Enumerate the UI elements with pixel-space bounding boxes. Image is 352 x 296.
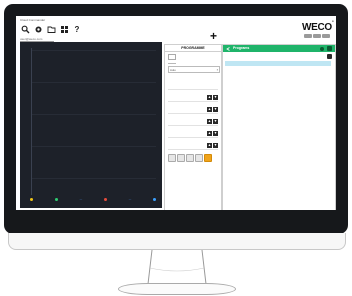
- arrow-down-icon[interactable]: ▼: [213, 95, 218, 100]
- arrow-up-icon[interactable]: ▲: [207, 131, 212, 136]
- add-program-button[interactable]: [327, 54, 332, 59]
- legend-marker-blue[interactable]: [152, 198, 156, 201]
- gear-icon[interactable]: [33, 25, 43, 35]
- header-button-2[interactable]: [313, 34, 321, 38]
- legend-item[interactable]: —: [80, 198, 83, 201]
- programme-row: ▲ ▼: [168, 107, 218, 114]
- logo-dot: ●: [332, 19, 334, 23]
- monitor-base: [118, 283, 236, 295]
- monitor-chin: [8, 233, 346, 250]
- run-button[interactable]: [204, 154, 212, 162]
- arrow-down-icon[interactable]: ▼: [213, 119, 218, 124]
- legend-marker-green[interactable]: [54, 198, 58, 201]
- window-title: Cloud Commander: [20, 18, 46, 22]
- grid-line: [32, 50, 156, 51]
- arrow-up-icon[interactable]: ▲: [207, 143, 212, 148]
- programme-panel: PROGRAMME Auto › ▲ ▼ ▲ ▼ ▲ ▼ ▲ ▼ ▲ ▼: [164, 44, 222, 210]
- arrow-down-icon[interactable]: ▼: [213, 131, 218, 136]
- programme-row: ▲ ▼: [168, 119, 218, 126]
- user-label[interactable]: user@weco.com: [20, 37, 55, 42]
- arrow-up-icon[interactable]: ▲: [207, 95, 212, 100]
- grid-line: [32, 114, 156, 115]
- menu-icon[interactable]: [327, 46, 332, 51]
- action-button[interactable]: [168, 154, 176, 162]
- chevron-right-icon: ›: [216, 66, 218, 72]
- header-button-1[interactable]: [304, 34, 312, 38]
- graph-panel: — —: [20, 42, 162, 208]
- programme-actions: [168, 154, 212, 162]
- header-buttons: [304, 34, 330, 38]
- action-button[interactable]: [195, 154, 203, 162]
- search-icon[interactable]: [20, 25, 30, 35]
- arrow-down-icon[interactable]: ▼: [213, 107, 218, 112]
- legend-item[interactable]: —: [129, 198, 132, 201]
- grid-icon[interactable]: [59, 25, 69, 35]
- program-row-selected[interactable]: [225, 61, 331, 66]
- legend-marker-yellow[interactable]: [30, 198, 33, 201]
- programme-select-value: Auto: [170, 67, 176, 72]
- grid-line: [32, 178, 156, 179]
- grid-line: [32, 146, 156, 147]
- arrow-up-icon[interactable]: ▲: [207, 107, 212, 112]
- graph-legend: — —: [30, 198, 156, 201]
- programs-header: Programs: [223, 45, 335, 52]
- action-button[interactable]: [186, 154, 194, 162]
- company-logo: WECO: [302, 22, 332, 33]
- help-icon[interactable]: ?: [72, 25, 82, 35]
- programme-row: [168, 83, 218, 90]
- programme-checkbox[interactable]: [168, 54, 176, 60]
- arrow-up-icon[interactable]: ▲: [207, 119, 212, 124]
- folder-icon[interactable]: [46, 25, 56, 35]
- arrow-down-icon[interactable]: ▼: [213, 143, 218, 148]
- monitor-stand: [147, 250, 207, 284]
- action-button[interactable]: [177, 154, 185, 162]
- toolbar: ?: [20, 24, 82, 36]
- programme-row: ▲ ▼: [168, 131, 218, 138]
- programme-row: ▲ ▼: [168, 143, 218, 150]
- programs-panel: Programs: [222, 44, 336, 210]
- back-icon[interactable]: [226, 46, 231, 51]
- add-icon[interactable]: +: [210, 30, 217, 42]
- programme-select[interactable]: Auto ›: [168, 66, 220, 73]
- programme-title: PROGRAMME: [165, 45, 221, 52]
- legend-marker-red[interactable]: [103, 198, 107, 201]
- info-icon[interactable]: [320, 46, 324, 51]
- programs-title: Programs: [233, 46, 250, 50]
- app-screen: Cloud Commander ? user@weco.com WECO ● +: [16, 16, 336, 210]
- header-button-3[interactable]: [322, 34, 330, 38]
- programme-row: ▲ ▼: [168, 95, 218, 102]
- grid-line: [32, 82, 156, 83]
- graph-y-axis: [31, 48, 32, 195]
